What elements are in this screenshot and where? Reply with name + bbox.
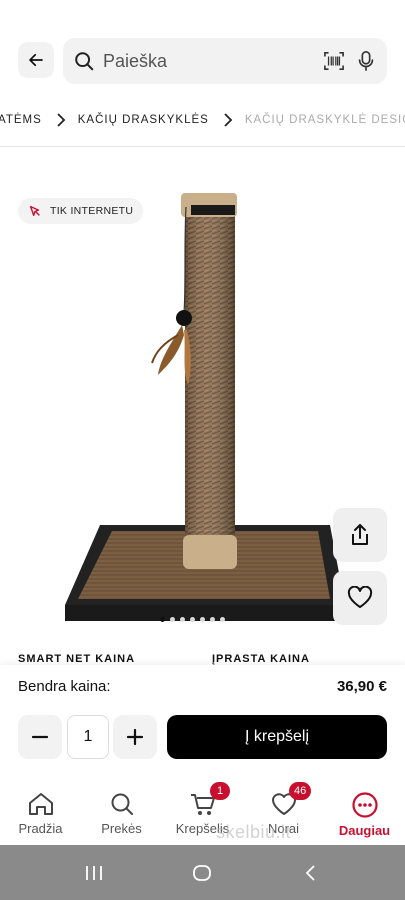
microphone-icon[interactable] bbox=[357, 50, 375, 72]
total-value: 36,90 € bbox=[336, 678, 387, 695]
share-icon bbox=[352, 524, 368, 545]
share-button[interactable] bbox=[333, 508, 387, 562]
recent-apps-icon[interactable] bbox=[84, 864, 104, 882]
breadcrumb-current: KAČIŲ DRASKYKLĖ DESIG... bbox=[244, 114, 405, 126]
system-nav-bar bbox=[0, 845, 405, 900]
search-bar[interactable]: Paieška bbox=[63, 38, 387, 84]
home-button-icon[interactable] bbox=[192, 864, 212, 882]
quantity-input[interactable]: 1 bbox=[67, 715, 109, 759]
gallery-dot[interactable] bbox=[220, 617, 225, 622]
nav-item-home[interactable]: Pradžia bbox=[0, 775, 81, 845]
gallery-dot[interactable] bbox=[210, 617, 215, 622]
gallery-dot[interactable] bbox=[170, 617, 175, 622]
barcode-scan-icon[interactable] bbox=[323, 51, 345, 71]
bottom-nav: Pradžia Prekės Krepšelis 1 Norai 46 Daug… bbox=[0, 775, 405, 845]
total-label: Bendra kaina: bbox=[18, 678, 111, 695]
cart-panel: Bendra kaina: 36,90 € 1 Į krepšelį bbox=[0, 665, 405, 775]
search-icon bbox=[73, 50, 95, 72]
nav-item-more[interactable]: Daugiau bbox=[324, 775, 405, 845]
search-input[interactable]: Paieška bbox=[103, 51, 323, 72]
chevron-right-icon bbox=[223, 113, 233, 127]
more-icon bbox=[351, 792, 378, 818]
breadcrumb-item[interactable]: ATĖMS bbox=[0, 114, 42, 126]
nav-label: Prekės bbox=[101, 821, 142, 836]
nav-label: Daugiau bbox=[338, 823, 391, 838]
increase-quantity-button[interactable] bbox=[113, 715, 157, 759]
product-image[interactable] bbox=[60, 185, 350, 625]
cursor-click-icon bbox=[29, 205, 40, 217]
breadcrumb-item[interactable]: KAČIŲ DRASKYKLĖS bbox=[78, 114, 209, 126]
cart-count-badge: 1 bbox=[210, 782, 230, 800]
breadcrumb: ATĖMS KAČIŲ DRASKYKLĖS KAČIŲ DRASKYKLĖ D… bbox=[0, 100, 405, 140]
chevron-right-icon bbox=[56, 113, 66, 127]
minus-icon bbox=[31, 735, 49, 739]
plus-icon bbox=[126, 728, 144, 746]
decrease-quantity-button[interactable] bbox=[18, 715, 62, 759]
top-bar: Paieška bbox=[0, 0, 405, 100]
price-labels: SMART NET KAINA ĮPRASTA KAINA bbox=[18, 653, 388, 665]
divider bbox=[0, 146, 405, 147]
home-icon bbox=[28, 793, 53, 815]
heart-icon bbox=[347, 586, 373, 608]
gallery-dot[interactable] bbox=[200, 617, 205, 622]
arrow-left-icon bbox=[29, 53, 43, 67]
gallery-dot[interactable] bbox=[160, 617, 165, 622]
nav-item-products[interactable]: Prekės bbox=[81, 775, 162, 845]
smart-price-label: SMART NET KAINA bbox=[18, 653, 136, 665]
wishlist-button[interactable] bbox=[333, 571, 387, 625]
gallery-dot[interactable] bbox=[190, 617, 195, 622]
add-to-cart-button[interactable]: Į krepšelį bbox=[167, 715, 387, 759]
gallery-dot[interactable] bbox=[180, 617, 185, 622]
regular-price-label: ĮPRASTA KAINA bbox=[212, 653, 310, 665]
back-button[interactable] bbox=[18, 42, 54, 78]
back-icon[interactable] bbox=[301, 864, 321, 882]
wishlist-count-badge: 46 bbox=[289, 782, 312, 800]
gallery-dots bbox=[160, 617, 225, 622]
search-icon bbox=[111, 793, 133, 815]
watermark: skelbiu.lt bbox=[216, 822, 292, 842]
nav-label: Pradžia bbox=[18, 821, 63, 836]
